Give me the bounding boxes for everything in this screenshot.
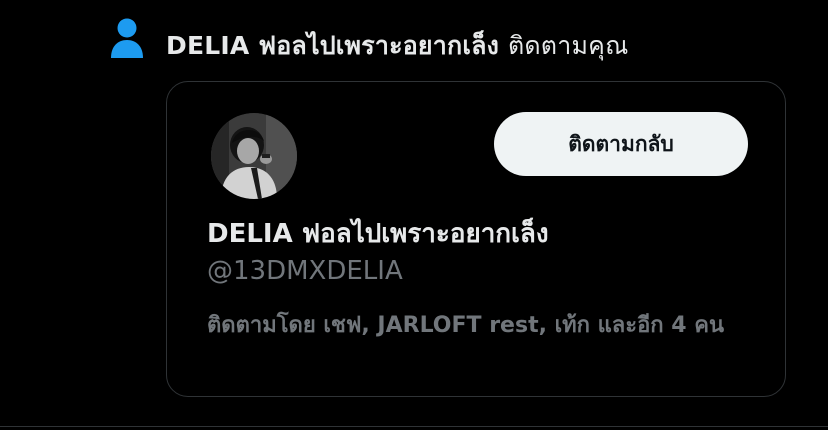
- user-handle[interactable]: @13DMXDELIA: [207, 256, 403, 286]
- notification-action-text: ติดตามคุณ: [507, 31, 629, 60]
- follow-back-button[interactable]: ติดตามกลับ: [494, 112, 748, 176]
- notification-actor-name[interactable]: DELIA ฟอลไปเพราะอยากเล็ง: [166, 31, 499, 60]
- profile-photo: [211, 113, 297, 199]
- avatar[interactable]: [211, 113, 297, 199]
- followed-by-text[interactable]: ติดตามโดย เชฟ, JARLOFT rest, เท้ก และอีก…: [207, 310, 767, 341]
- user-card[interactable]: ติดตามกลับ DELIA ฟอลไปเพราะอยากเล็ง @13D…: [166, 81, 786, 397]
- display-name[interactable]: DELIA ฟอลไปเพราะอยากเล็ง: [207, 213, 549, 254]
- person-icon: [111, 18, 143, 58]
- notification-text: DELIA ฟอลไปเพราะอยากเล็ง ติดตามคุณ: [166, 26, 628, 66]
- follow-notification[interactable]: DELIA ฟอลไปเพราะอยากเล็ง ติดตามคุณ ติดตา…: [0, 0, 828, 430]
- divider: [0, 426, 828, 427]
